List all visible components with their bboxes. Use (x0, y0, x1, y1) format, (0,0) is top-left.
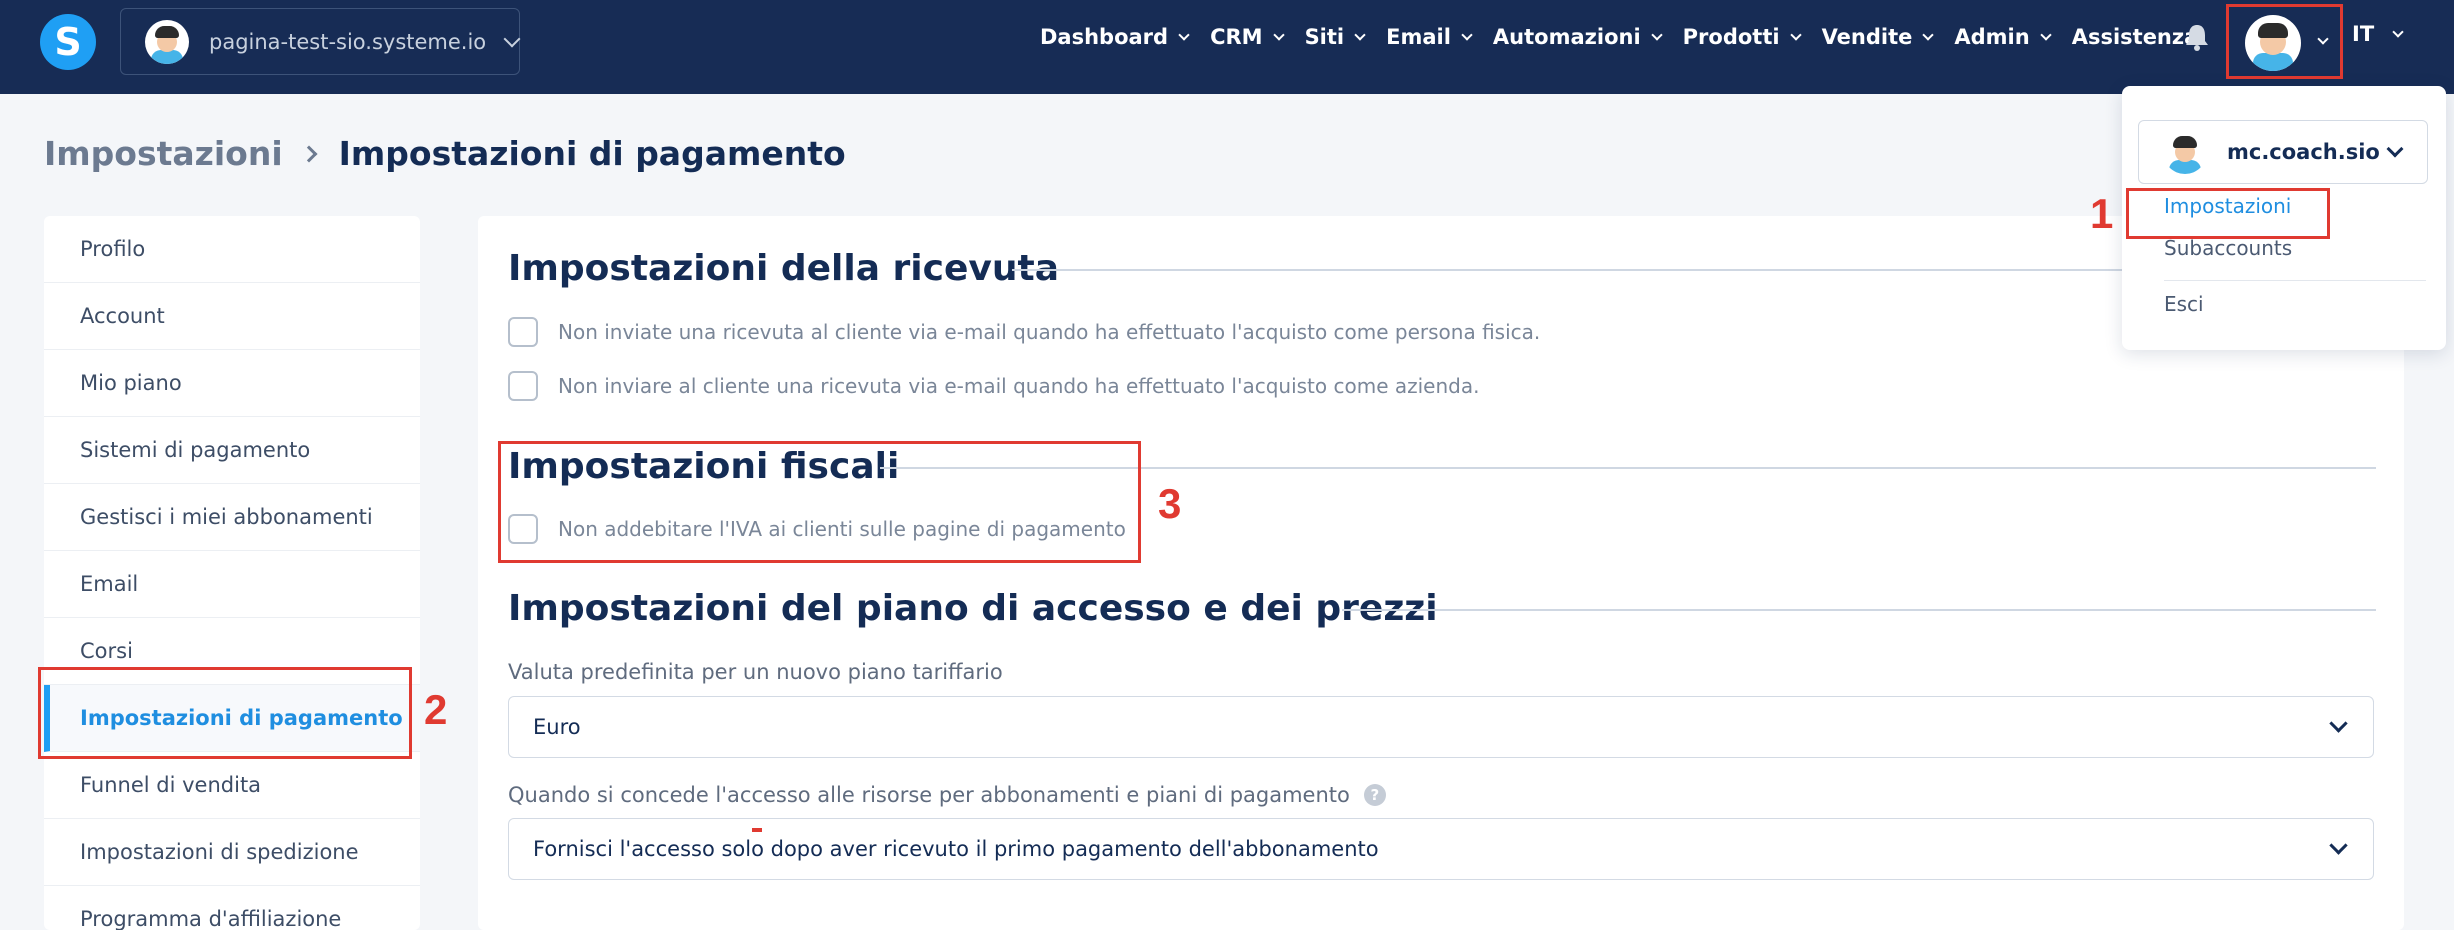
annotation-box-2 (38, 667, 412, 759)
chevron-down-icon (1354, 29, 1366, 41)
sidebar-item-profilo[interactable]: Profilo (44, 216, 420, 283)
chevron-down-icon (1272, 29, 1285, 41)
sidebar-item-email[interactable]: Email (44, 551, 420, 618)
sidebar-item-affiliazione[interactable]: Programma d'affiliazione (44, 886, 420, 930)
bell-icon[interactable] (2183, 22, 2211, 52)
receipt-option-individual[interactable]: Non inviate una ricevuta al cliente via … (508, 317, 1540, 347)
currency-select[interactable]: Euro (508, 696, 2374, 758)
annotation-box-3 (498, 441, 1141, 563)
site-selector[interactable]: pagina-test-sio.systeme.io (120, 8, 521, 75)
annotation-number-1: 1 (2090, 190, 2114, 237)
language-selector[interactable]: IT (2352, 22, 2404, 46)
chevron-right-icon (300, 145, 318, 162)
top-navigation-bar: S pagina-test-sio.systeme.io Dashboard C… (0, 0, 2454, 94)
receipt-option-company[interactable]: Non inviare al cliente una ricevuta via … (508, 371, 1479, 401)
settings-sidebar: Profilo Account Mio piano Sistemi di pag… (44, 216, 420, 930)
nav-dashboard[interactable]: Dashboard (1040, 25, 1190, 49)
nav-assistenza[interactable]: Assistenza (2072, 25, 2199, 49)
checkbox[interactable] (508, 371, 538, 401)
nav-automazioni[interactable]: Automazioni (1493, 25, 1663, 49)
sidebar-item-spedizione[interactable]: Impostazioni di spedizione (44, 819, 420, 886)
account-selector[interactable]: mc.coach.sio (2138, 120, 2428, 184)
systeme-logo[interactable]: S (40, 14, 96, 70)
annotation-number-3: 3 (1158, 480, 1182, 527)
site-avatar-icon (145, 19, 189, 64)
sidebar-item-account[interactable]: Account (44, 283, 420, 350)
chevron-down-icon (1922, 29, 1935, 41)
chevron-down-icon (1650, 29, 1663, 41)
sidebar-item-sistemi-di-pagamento[interactable]: Sistemi di pagamento (44, 417, 420, 484)
account-name: mc.coach.sio (2227, 140, 2380, 164)
chevron-down-icon (2392, 26, 2404, 38)
sidebar-item-funnel-di-vendita[interactable]: Funnel di vendita (44, 752, 420, 819)
access-label: Quando si concede l'accesso alle risorse… (508, 783, 1386, 807)
breadcrumb-parent[interactable]: Impostazioni (44, 134, 283, 173)
chevron-down-icon (1789, 29, 1802, 41)
menu-item-esci[interactable]: Esci (2164, 292, 2204, 316)
annotation-mark (752, 828, 762, 832)
receipt-settings-title: Impostazioni della ricevuta (508, 248, 1060, 289)
nav-admin[interactable]: Admin (1954, 25, 2052, 49)
nav-crm[interactable]: CRM (1210, 25, 1285, 49)
menu-item-subaccounts[interactable]: Subaccounts (2164, 236, 2292, 260)
breadcrumb: Impostazioni Impostazioni di pagamento (44, 134, 846, 173)
nav-siti[interactable]: Siti (1305, 25, 1366, 49)
sidebar-item-abbonamenti[interactable]: Gestisci i miei abbonamenti (44, 484, 420, 551)
chevron-down-icon (2329, 836, 2348, 855)
page-title: Impostazioni di pagamento (338, 134, 846, 173)
chevron-down-icon (2040, 29, 2052, 41)
account-avatar-icon (2163, 130, 2207, 174)
nav-prodotti[interactable]: Prodotti (1683, 25, 1802, 49)
help-icon[interactable]: ? (1363, 784, 1386, 806)
chevron-down-icon (2386, 140, 2404, 158)
chevron-down-icon (2317, 33, 2329, 45)
chevron-down-icon (1461, 29, 1473, 41)
currency-label: Valuta predefinita per un nuovo piano ta… (508, 660, 1003, 684)
user-menu-button[interactable] (2226, 4, 2343, 79)
user-avatar-icon (2245, 15, 2301, 71)
chevron-down-icon (1178, 29, 1190, 41)
pricing-settings-title: Impostazioni del piano di accesso e dei … (508, 588, 1438, 629)
sidebar-item-mio-piano[interactable]: Mio piano (44, 350, 420, 417)
section-divider (1342, 609, 2376, 611)
chevron-down-icon (2329, 714, 2348, 733)
access-select[interactable]: Fornisci l'accesso solo dopo aver ricevu… (508, 818, 2374, 880)
annotation-box-1 (2126, 188, 2330, 239)
chevron-down-icon (503, 30, 521, 47)
annotation-number-2: 2 (424, 686, 448, 733)
nav-email[interactable]: Email (1386, 25, 1473, 49)
checkbox[interactable] (508, 317, 538, 347)
main-nav: Dashboard CRM Siti Email Automazioni Pro… (1040, 0, 2220, 74)
menu-divider (2164, 280, 2426, 281)
nav-vendite[interactable]: Vendite (1822, 25, 1935, 49)
site-name: pagina-test-sio.systeme.io (209, 29, 487, 54)
